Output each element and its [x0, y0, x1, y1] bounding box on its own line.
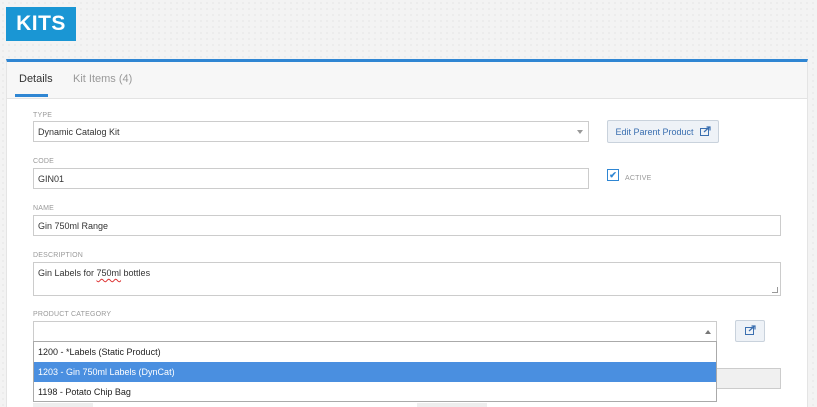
- hidden-field: [710, 368, 781, 389]
- name-value: Gin 750ml Range: [38, 220, 109, 231]
- product-category-dropdown: 1200 - *Labels (Static Product) 1203 - G…: [33, 341, 717, 402]
- resize-handle[interactable]: [772, 287, 778, 293]
- obscured-label: [417, 403, 487, 407]
- description-textarea[interactable]: Gin Labels for 750ml bottles: [33, 262, 781, 296]
- dropdown-option[interactable]: 1203 - Gin 750ml Labels (DynCat): [34, 362, 716, 382]
- type-select[interactable]: Dynamic Catalog Kit: [33, 121, 589, 142]
- share-icon: [744, 325, 756, 337]
- active-tab-indicator: [15, 94, 48, 97]
- description-label: DESCRIPTION: [33, 252, 84, 259]
- description-value: Gin Labels for 750ml bottles: [38, 268, 151, 278]
- product-category-label: PRODUCT CATEGORY: [33, 311, 112, 318]
- share-icon: [699, 125, 711, 138]
- edit-parent-product-button[interactable]: Edit Parent Product: [607, 120, 719, 143]
- edit-parent-product-label: Edit Parent Product: [615, 126, 694, 137]
- chevron-down-icon: [577, 129, 583, 134]
- open-category-button[interactable]: [735, 320, 765, 342]
- tab-bar: Details Kit Items (4): [7, 62, 807, 99]
- tab-kit-items[interactable]: Kit Items (4): [73, 73, 132, 85]
- name-input[interactable]: Gin 750ml Range: [33, 215, 781, 236]
- active-label: ACTIVE: [625, 175, 652, 182]
- type-label: TYPE: [33, 112, 53, 119]
- active-checkbox[interactable]: ✔: [607, 169, 619, 181]
- code-value: GIN01: [38, 173, 65, 184]
- chevron-up-icon: [705, 329, 711, 334]
- obscured-label: [33, 403, 93, 407]
- dropdown-option[interactable]: 1198 - Potato Chip Bag: [34, 382, 716, 402]
- code-label: CODE: [33, 158, 55, 165]
- product-category-select[interactable]: [33, 321, 717, 342]
- check-icon: ✔: [609, 169, 617, 180]
- type-value: Dynamic Catalog Kit: [38, 126, 120, 137]
- name-label: NAME: [33, 205, 55, 212]
- tab-details[interactable]: Details: [19, 73, 53, 85]
- dropdown-option[interactable]: 1200 - *Labels (Static Product): [34, 342, 716, 362]
- page-title: KITS: [6, 7, 76, 41]
- code-input[interactable]: GIN01: [33, 168, 589, 189]
